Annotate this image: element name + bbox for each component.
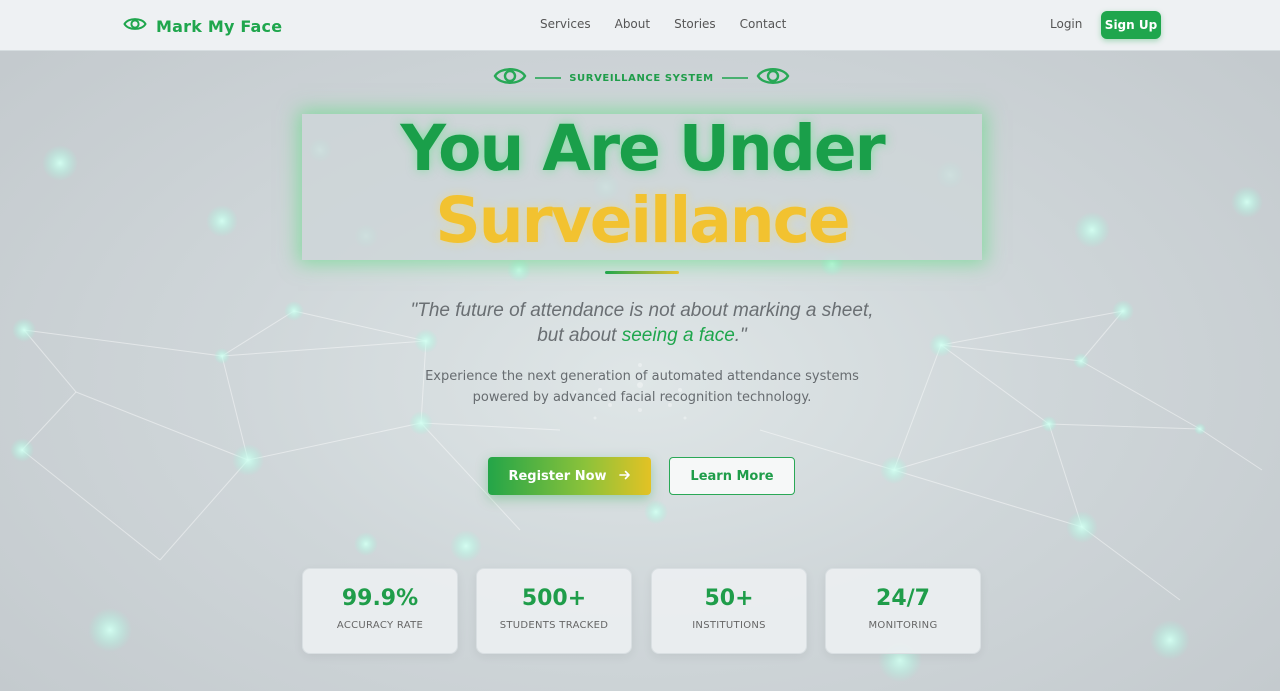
eye-icon [756,63,790,93]
desc-line1: Experience the next generation of automa… [425,369,859,384]
hero-description: Experience the next generation of automa… [380,366,904,408]
register-now-label: Register Now [508,468,607,484]
stat-value: 500+ [521,586,587,611]
stat-value: 50+ [704,586,754,611]
learn-more-button[interactable]: Learn More [669,457,795,495]
badge-divider-left [535,77,562,79]
stat-value: 24/7 [876,586,930,611]
quote-part2: but about [537,325,622,346]
desc-line2: powered by advanced facial recognition t… [472,390,812,405]
stat-card-accuracy: 99.9% ACCURACY RATE [302,568,458,654]
hero-title-line2: Surveillance [435,184,850,257]
brand-logo[interactable]: Mark My Face [123,13,282,39]
quote-highlight: seeing a face [621,325,735,346]
stat-card-institutions: 50+ INSTITUTIONS [651,568,807,654]
badge-divider-right [721,77,748,79]
stat-label: STUDENTS TRACKED [499,620,609,631]
stat-label: MONITORING [868,620,938,631]
nav-link-services[interactable]: Services [540,17,591,31]
nav-link-about[interactable]: About [615,17,650,31]
signup-button[interactable]: Sign Up [1101,11,1161,39]
hero-quote: "The future of attendance is not about m… [340,298,944,348]
title-divider [605,271,679,274]
quote-end: ." [734,325,747,346]
stat-card-monitoring: 24/7 MONITORING [825,568,981,654]
navbar: Mark My Face Services About Stories Cont… [0,0,1280,51]
stat-card-students: 500+ STUDENTS TRACKED [476,568,632,654]
stat-label: ACCURACY RATE [336,620,424,631]
badge-text: SURVEILLANCE SYSTEM [569,72,714,84]
quote-part1: "The future of attendance is not about m… [410,300,874,321]
brand-name: Mark My Face [156,16,283,36]
stat-value: 99.9% [341,586,419,611]
nav-link-contact[interactable]: Contact [740,17,787,31]
arrow-right-icon [618,469,631,484]
eye-icon [493,63,527,93]
nav-links: Services About Stories Contact [540,17,786,31]
login-link[interactable]: Login [1050,17,1082,31]
nav-link-stories[interactable]: Stories [674,17,716,31]
register-now-button[interactable]: Register Now [488,457,651,495]
stat-label: INSTITUTIONS [692,620,766,631]
surveillance-badge: SURVEILLANCE SYSTEM [493,64,790,92]
eye-icon [123,13,147,39]
hero-title-line1: You Are Under [400,112,885,185]
